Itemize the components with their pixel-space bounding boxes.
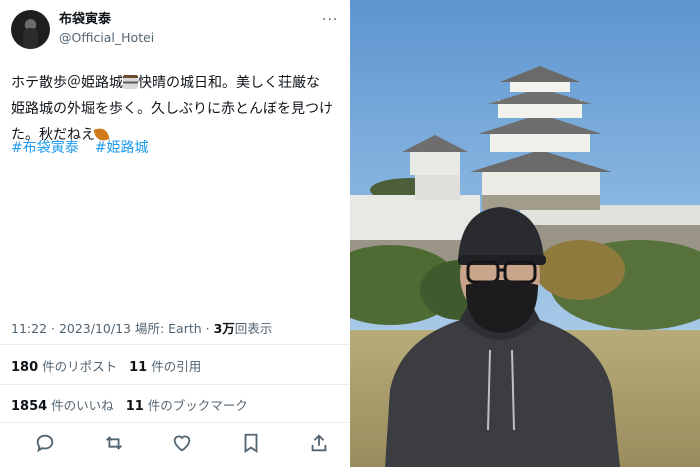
bookmarks-count: 11: [125, 399, 144, 414]
tweet-card: 布袋寅泰 @Official_Hotei ··· ホテ散歩＠姫路城 快晴の城日和。…: [0, 0, 350, 467]
quotes-stat[interactable]: 11 件の引用: [129, 359, 202, 375]
display-name[interactable]: 布袋寅泰: [59, 12, 111, 28]
like-bookmark-stats: 1854 件のいいね 11 件のブックマーク: [11, 395, 248, 414]
share-icon[interactable]: [308, 432, 330, 454]
reposts-label: 件のリポスト: [42, 359, 118, 374]
tweet-text-part: 姫路城の外堀を歩く。久しぶりに赤とんぼを見つけ: [11, 101, 333, 117]
hashtag-list: #布袋寅泰 #姫路城: [11, 137, 164, 157]
castle-portrait-photo: [350, 0, 700, 467]
like-icon[interactable]: [171, 432, 193, 454]
bookmark-icon[interactable]: [240, 432, 262, 454]
action-bar: [0, 428, 350, 458]
bookmarks-stat[interactable]: 11 件のブックマーク: [125, 398, 248, 414]
reposts-stat[interactable]: 180 件のリポスト: [11, 359, 118, 375]
quotes-label: 件の引用: [151, 359, 202, 374]
more-options-icon[interactable]: ···: [322, 12, 338, 28]
divider: [0, 422, 350, 423]
tweet-text-part: ホテ散歩＠姫路城: [11, 75, 123, 91]
tweet-meta: 11:22 · 2023/10/13 場所: Earth · 3万回表示: [11, 318, 272, 337]
hashtag-link[interactable]: #姫路城: [95, 140, 149, 156]
reposts-count: 180: [11, 360, 39, 375]
quotes-count: 11: [129, 360, 148, 375]
likes-stat[interactable]: 1854 件のいいね: [11, 398, 114, 414]
user-handle[interactable]: @Official_Hotei: [59, 30, 154, 46]
repost-quote-stats: 180 件のリポスト 11 件の引用: [11, 356, 201, 375]
repost-icon[interactable]: [103, 432, 125, 454]
likes-label: 件のいいね: [51, 398, 114, 413]
timestamp-location[interactable]: 11:22 · 2023/10/13 場所: Earth ·: [11, 321, 214, 336]
views-label: 回表示: [234, 321, 273, 336]
hashtag-link[interactable]: #布袋寅泰: [11, 140, 79, 156]
bookmarks-label: 件のブックマーク: [147, 398, 248, 413]
tweet-photo[interactable]: [350, 0, 700, 467]
tweet-text-part: 快晴の城日和。美しく荘厳な: [138, 75, 320, 91]
views-count: 3万: [213, 321, 235, 336]
divider: [0, 344, 350, 345]
divider: [0, 384, 350, 385]
likes-count: 1854: [11, 399, 48, 414]
reply-icon[interactable]: [34, 432, 56, 454]
avatar[interactable]: [11, 10, 50, 49]
castle-emoji-icon: [123, 75, 138, 89]
